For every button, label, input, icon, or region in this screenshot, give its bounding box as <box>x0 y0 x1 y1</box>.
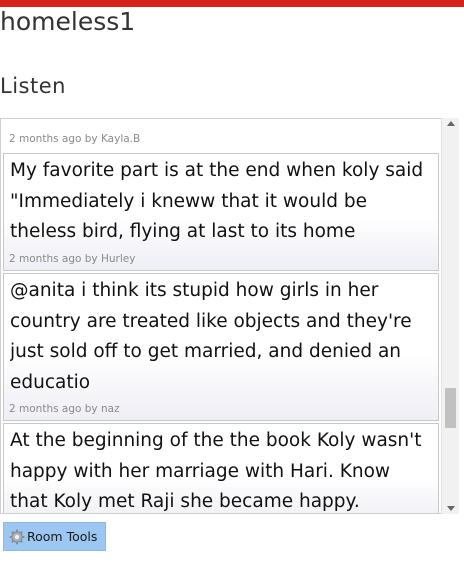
post-text: At the beginning of the the book Koly wa… <box>10 426 438 513</box>
section-title: Listen <box>0 74 66 98</box>
post-text: My favorite part is at the end when koly… <box>10 156 438 248</box>
post-text-line: @anita i think its stupid how girls in h… <box>10 280 379 301</box>
scroll-down-button[interactable] <box>442 502 459 514</box>
post-meta: 2 months ago by Hurley <box>9 253 136 265</box>
arrow-down-icon <box>446 506 455 511</box>
scroll-up-button[interactable] <box>442 118 459 130</box>
room-tools-label: Room Tools <box>27 529 98 544</box>
post-meta: 2 months ago by naz <box>9 403 120 415</box>
post-text-line: My favorite part is at the end when koly… <box>10 160 424 181</box>
scrollbar-thumb[interactable] <box>445 388 456 428</box>
post-text-line: educatio <box>10 371 91 393</box>
post-text-line: At the beginning of the the book Koly wa… <box>10 430 422 451</box>
comment-feed[interactable]: 2 months ago by Kayla.B My favorite part… <box>0 118 459 514</box>
room-title: homeless1 <box>0 7 136 36</box>
feed-scrollbar[interactable] <box>441 118 459 514</box>
arrow-up-icon <box>446 121 455 126</box>
post-text: @anita i think its stupid how girls in h… <box>10 276 438 398</box>
post-text-line: that Koly met Raji she became happy. <box>10 491 360 512</box>
post-text-line: just sold off to get married, and denied… <box>10 341 402 362</box>
post-text-line: theless bird, flying at last to its home <box>10 221 356 242</box>
post-text-line: "Immediately i kneww that it would be <box>10 190 367 212</box>
gear-icon <box>9 529 25 545</box>
post-text-line: happy with her marriage with Hari. Know <box>10 460 391 482</box>
room-tools-button[interactable]: Room Tools <box>3 522 106 551</box>
post-text-line: country are treated like objects and the… <box>10 310 412 332</box>
comment-post: At the beginning of the the book Koly wa… <box>3 423 439 513</box>
post-meta: 2 months ago by Kayla.B <box>9 133 141 145</box>
